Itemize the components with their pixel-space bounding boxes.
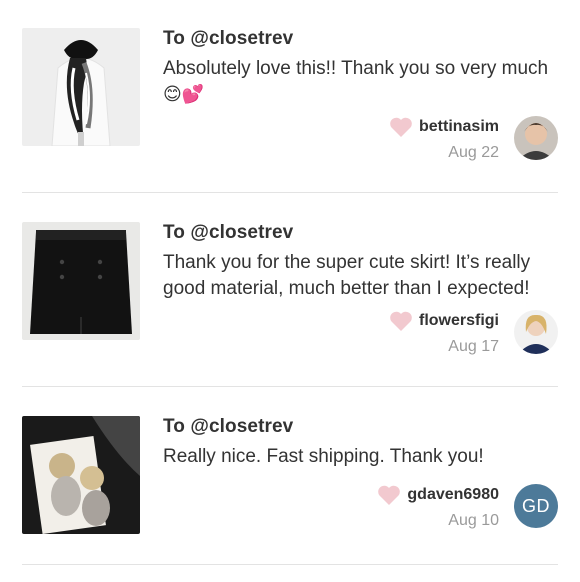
divider — [22, 564, 558, 565]
reviewer-meta: bettinasim Aug 22 — [389, 116, 499, 162]
review-item: To @closetrev Really nice. Fast shipping… — [0, 388, 580, 582]
product-thumbnail[interactable] — [22, 28, 140, 146]
product-thumbnail[interactable] — [22, 222, 140, 340]
review-date: Aug 22 — [448, 144, 499, 161]
review-recipient: To @closetrev — [163, 222, 294, 243]
skirt-image — [22, 222, 140, 340]
reviewer-meta: flowersfigi Aug 17 — [389, 310, 499, 356]
avatar-initials: GD — [522, 495, 550, 516]
review-item: To @closetrev Thank you for the super cu… — [0, 194, 580, 388]
review-recipient: To @closetrev — [163, 416, 294, 437]
avatar-photo — [514, 116, 558, 160]
review-message: Really nice. Fast shipping. Thank you! — [163, 444, 563, 470]
heart-icon[interactable] — [389, 310, 413, 332]
avatar[interactable] — [514, 310, 558, 354]
earrings-image — [22, 416, 140, 534]
scarf-image — [22, 28, 140, 146]
review-date: Aug 10 — [448, 512, 499, 529]
emoji-text: 😊💕 — [163, 84, 205, 105]
message-text: Really nice. Fast shipping. Thank you! — [163, 446, 484, 467]
divider — [22, 192, 558, 193]
review-item: To @closetrev Absolutely love this!! Tha… — [0, 0, 580, 194]
heart-icon[interactable] — [377, 484, 401, 506]
review-message: Absolutely love this!! Thank you so very… — [163, 56, 563, 108]
review-date: Aug 17 — [448, 338, 499, 355]
reviewer-username[interactable]: bettinasim — [419, 118, 499, 136]
divider — [22, 386, 558, 387]
avatar-photo — [514, 310, 558, 354]
avatar[interactable] — [514, 116, 558, 160]
product-thumbnail[interactable] — [22, 416, 140, 534]
message-text: Thank you for the super cute skirt! It’s… — [163, 252, 531, 299]
review-recipient: To @closetrev — [163, 28, 294, 49]
avatar[interactable]: GD — [514, 484, 558, 528]
review-message: Thank you for the super cute skirt! It’s… — [163, 250, 563, 302]
heart-icon[interactable] — [389, 116, 413, 138]
reviewer-username[interactable]: gdaven6980 — [407, 486, 499, 504]
reviewer-username[interactable]: flowersfigi — [419, 312, 499, 330]
message-text: Absolutely love this!! Thank you so very… — [163, 58, 549, 79]
reviewer-meta: gdaven6980 Aug 10 — [377, 484, 499, 530]
